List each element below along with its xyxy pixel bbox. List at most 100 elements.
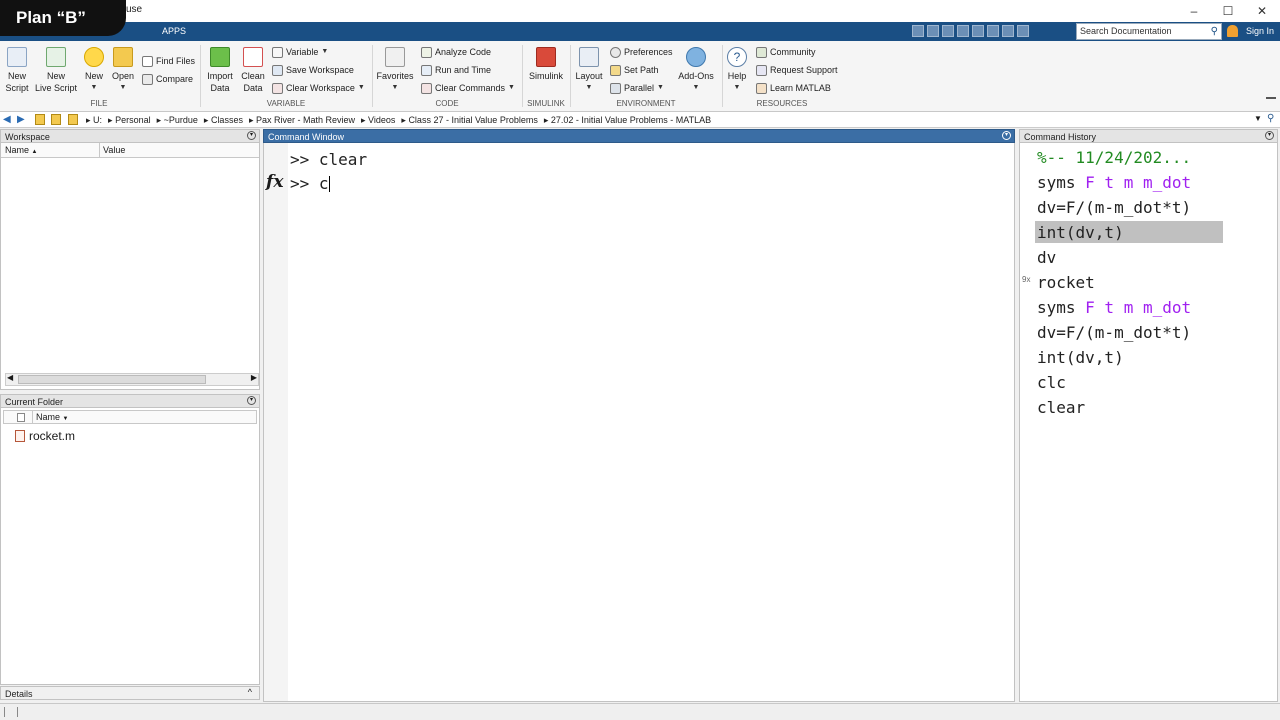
clear-commands-button[interactable]: Clear Commands ▼ xyxy=(421,82,515,94)
scroll-right-icon[interactable]: ▶ xyxy=(251,373,257,382)
chevron-down-icon: ▼ xyxy=(508,84,515,91)
panel-menu-icon[interactable]: ▾ xyxy=(1265,131,1274,140)
import-data-button[interactable]: Import Data xyxy=(205,47,235,94)
run-and-time-button[interactable]: Run and Time xyxy=(421,64,491,76)
collapse-ribbon-icon[interactable] xyxy=(1266,97,1276,105)
chevron-down-icon: ▼ xyxy=(657,84,664,91)
breadcrumb-segment[interactable]: ▸ Classes xyxy=(204,113,243,127)
run-and-time-icon xyxy=(421,64,432,76)
request-support-button[interactable]: Request Support xyxy=(756,64,838,76)
browse-folder-icon[interactable] xyxy=(51,114,61,125)
history-item[interactable]: dv=F/(m-m_dot*t) xyxy=(1037,198,1191,217)
details-panel[interactable]: Details ^ xyxy=(0,686,260,701)
set-path-icon xyxy=(610,64,621,76)
search-icon[interactable]: ⚲ xyxy=(1211,24,1218,39)
history-item[interactable]: dv=F/(m-m_dot*t) xyxy=(1037,323,1191,342)
up-folder-icon[interactable] xyxy=(35,114,45,125)
history-item[interactable]: clc xyxy=(1037,373,1066,392)
switch-windows-icon[interactable] xyxy=(1002,25,1014,37)
parallel-button[interactable]: Parallel ▼ xyxy=(610,82,664,94)
panel-menu-icon[interactable]: ▾ xyxy=(247,396,256,405)
search-folder-icon[interactable]: ⚲ xyxy=(1267,113,1274,124)
new-script-icon xyxy=(7,47,27,67)
group-label-simulink: SIMULINK xyxy=(527,99,565,108)
find-files-button[interactable]: Find Files xyxy=(142,55,195,67)
history-item[interactable]: syms F t m m_dot xyxy=(1037,173,1191,192)
analyze-code-icon xyxy=(421,46,432,58)
scroll-left-icon[interactable]: ◀ xyxy=(7,373,13,382)
layout-button[interactable]: Layout ▼ xyxy=(574,47,604,94)
history-item[interactable]: syms F t m m_dot xyxy=(1037,298,1191,317)
horizontal-scrollbar[interactable]: ◀ ▶ xyxy=(5,373,259,386)
clean-data-icon xyxy=(243,47,263,67)
learn-matlab-button[interactable]: Learn MATLAB xyxy=(756,82,831,94)
back-arrow-icon[interactable]: ◀ xyxy=(3,114,13,125)
copy-icon[interactable] xyxy=(942,25,954,37)
history-item-selected[interactable]: int(dv,t) xyxy=(1037,223,1124,242)
open-button[interactable]: Open ▼ xyxy=(110,47,136,94)
compare-icon xyxy=(142,73,153,85)
breadcrumb-segment[interactable]: ▸ Personal xyxy=(108,113,151,127)
help-icon[interactable] xyxy=(1017,25,1029,37)
notification-bell-icon[interactable] xyxy=(1227,25,1238,37)
chevron-up-icon[interactable]: ^ xyxy=(248,687,252,697)
breadcrumb-segment[interactable]: ▸ ~Purdue xyxy=(157,113,198,127)
column-header-value[interactable]: Value xyxy=(103,143,125,158)
breadcrumb-segment[interactable]: ▸ Class 27 - Initial Value Problems xyxy=(401,113,537,127)
help-icon: ? xyxy=(727,47,747,67)
breadcrumb-segment[interactable]: ▸ Videos xyxy=(361,113,395,127)
variable-button[interactable]: Variable ▼ xyxy=(272,46,328,58)
chevron-down-icon: ▼ xyxy=(119,84,127,91)
add-ons-button[interactable]: Add-Ons ▼ xyxy=(676,47,716,94)
clear-workspace-button[interactable]: Clear Workspace ▼ xyxy=(272,82,365,94)
panel-menu-icon[interactable]: ▾ xyxy=(247,131,256,140)
favorites-button[interactable]: Favorites ▼ xyxy=(376,47,414,94)
cut-icon[interactable] xyxy=(927,25,939,37)
breadcrumb-segment[interactable]: ▸ U: xyxy=(86,113,102,127)
help-button[interactable]: ? Help ▼ xyxy=(726,47,748,94)
analyze-code-button[interactable]: Analyze Code xyxy=(421,46,491,58)
history-item[interactable]: rocket xyxy=(1037,273,1095,292)
column-header-name[interactable]: Name ▲ xyxy=(5,143,37,160)
group-label-file: FILE xyxy=(90,99,108,108)
command-input-line[interactable]: >> c xyxy=(290,174,330,193)
simulink-button[interactable]: Simulink xyxy=(527,47,565,82)
history-item[interactable]: int(dv,t) xyxy=(1037,348,1124,367)
panel-menu-icon[interactable]: ▾ xyxy=(1002,131,1011,140)
maximize-button[interactable]: ☐ xyxy=(1214,2,1242,20)
folder-column-header: Name ▼ xyxy=(3,410,257,424)
preferences-button[interactable]: Preferences xyxy=(610,46,673,58)
set-path-button[interactable]: Set Path xyxy=(610,64,659,76)
column-header-name[interactable]: Name ▼ xyxy=(36,411,68,426)
new-script-button[interactable]: New Script xyxy=(4,47,30,94)
redo-icon[interactable] xyxy=(987,25,999,37)
tab-apps[interactable]: APPS xyxy=(162,22,186,41)
scrollbar-thumb[interactable] xyxy=(18,375,206,384)
history-item[interactable]: %-- 11/24/202... xyxy=(1037,148,1191,167)
save-icon[interactable] xyxy=(912,25,924,37)
forward-arrow-icon[interactable]: ▶ xyxy=(17,114,27,125)
list-item[interactable]: rocket.m xyxy=(15,428,75,444)
command-window-header: Command Window xyxy=(263,129,1015,143)
compare-button[interactable]: Compare xyxy=(142,73,193,85)
breadcrumb-segment[interactable]: ▸ 27.02 - Initial Value Problems - MATLA… xyxy=(544,113,711,127)
new-button[interactable]: New ▼ xyxy=(82,47,106,94)
divider xyxy=(522,45,523,107)
search-documentation-input[interactable]: Search Documentation ⚲ xyxy=(1076,23,1222,40)
command-window-body[interactable] xyxy=(263,143,1015,702)
history-item[interactable]: clear xyxy=(1037,398,1085,417)
close-button[interactable]: ✕ xyxy=(1248,2,1276,20)
save-workspace-button[interactable]: Save Workspace xyxy=(272,64,354,76)
paste-icon[interactable] xyxy=(957,25,969,37)
new-live-script-button[interactable]: New Live Script xyxy=(34,47,78,94)
undo-icon[interactable] xyxy=(972,25,984,37)
clean-data-button[interactable]: Clean Data xyxy=(239,47,267,94)
folder-icon[interactable] xyxy=(68,114,78,125)
fx-icon[interactable]: fx xyxy=(266,172,283,192)
chevron-down-icon[interactable]: ▼ xyxy=(1254,114,1262,123)
sign-in-link[interactable]: Sign In xyxy=(1246,26,1274,36)
history-item[interactable]: dv xyxy=(1037,248,1056,267)
breadcrumb-segment[interactable]: ▸ Pax River - Math Review xyxy=(249,113,355,127)
minimize-button[interactable]: – xyxy=(1180,2,1208,20)
community-button[interactable]: Community xyxy=(756,46,816,58)
